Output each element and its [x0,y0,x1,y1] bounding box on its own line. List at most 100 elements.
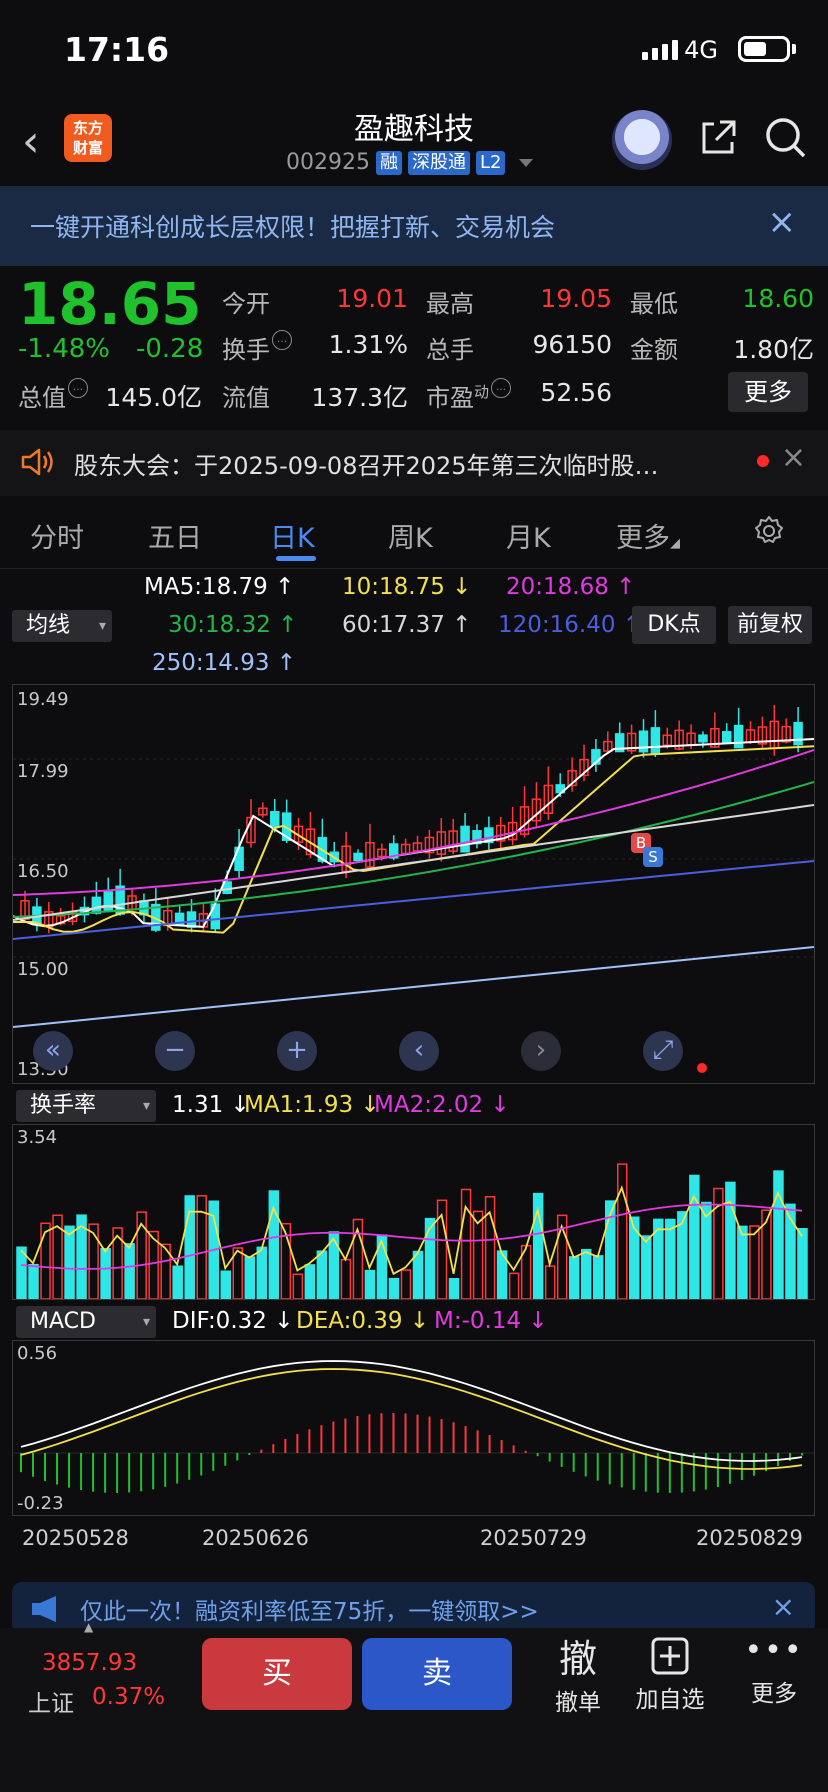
margin-promo-banner[interactable]: 仅此一次！融资利率低至75折，一键领取>> × [12,1582,815,1634]
open-value: 19.01 [336,284,408,313]
macd-m: M:-0.14 ↓ [434,1308,548,1334]
turnover-bar [797,1228,808,1299]
turnover-bar [400,1269,412,1299]
index-value[interactable]: 3857.93 [42,1650,137,1676]
status-bar: 17:16 4G [0,0,828,100]
zoom-out-far-icon[interactable]: « [33,1031,73,1071]
open-label: 今开 [222,290,270,318]
turnover-bar [544,1265,556,1299]
turnover-bar [761,1209,772,1299]
tab-five-day[interactable]: 五日 [148,516,202,555]
bottom-trade-bar: ▲ 3857.93 上证 0.37% 买 卖 撤 撤单 加自选 ••• 更多 [0,1620,828,1792]
close-icon[interactable]: × [768,202,797,242]
cancel-order-button[interactable]: 撤 撤单 [538,1628,618,1717]
turnover-selector[interactable]: 换手率 [16,1090,156,1122]
turnover-bar [88,1223,99,1299]
network-type: 4G [684,36,718,64]
kline-chart[interactable]: 19.49 17.99 16.50 15.00 13.50 B S « − + … [12,684,815,1084]
notice-bar[interactable]: 股东大会：于2025-09-08召开2025年第三次临时股… × [0,430,828,496]
amount-value: 1.80亿 [733,335,814,364]
triangle-icon: ◢ [670,536,680,551]
turnover-bar [412,1250,424,1299]
float-value: 137.3亿 [311,383,408,412]
forward-adjust-button[interactable]: 前复权 [728,606,812,644]
more-button[interactable]: ••• 更多 [734,1628,814,1708]
scroll-left-icon[interactable]: ‹ [399,1031,439,1071]
ma-selector[interactable]: 均线 [12,610,112,642]
macd-dif-line [20,1360,803,1462]
tab-weekly-k[interactable]: 周K [388,516,433,555]
tab-daily-k[interactable]: 日K [270,516,315,555]
y-label-2: 17.99 [17,761,69,782]
zoom-out-icon[interactable]: − [155,1031,195,1071]
tab-more-label: 更多 [616,523,670,554]
pe-value: 52.56 [540,378,612,407]
amount-label: 金额 [630,336,678,364]
sell-marker[interactable]: S [643,847,663,867]
close-icon[interactable]: × [781,440,806,475]
info-icon[interactable]: … [68,378,88,398]
turnover-bar [424,1217,436,1299]
status-time: 17:16 [64,30,170,69]
macd-selector[interactable]: MACD [16,1306,156,1338]
indicator-dot [697,1063,707,1073]
ma5-label: MA5:18.79 ↑ [144,574,295,600]
cancel-order-label: 撤单 [555,1690,601,1716]
turnover-label-text: 换手 [222,336,270,364]
index-change[interactable]: 0.37% [92,1684,165,1710]
cancel-order-icon: 撤 [558,1637,597,1681]
turnover-canvas [16,1163,808,1299]
pe-label: 市盈动… [426,378,512,413]
up-arrow-icon: ▲ [84,1620,94,1634]
tag-connect: 深股通 [407,150,470,175]
candle-body [698,734,708,743]
ma250-label: 250:14.93 ↑ [152,650,297,676]
turnover-bar [460,1188,472,1299]
banner-text: 一键开通科创成长层权限！把握打新、交易机会 [30,213,556,242]
turnover-bar [472,1210,484,1299]
buy-button[interactable]: 买 [202,1638,352,1710]
promo-banner[interactable]: 一键开通科创成长层权限！把握打新、交易机会 × [0,186,828,266]
turnover-current: 1.31 ↓ [172,1092,250,1118]
tab-intraday[interactable]: 分时 [30,516,84,555]
turnover-bar [508,1272,520,1299]
add-watchlist-label: 加自选 [635,1687,705,1713]
add-square-icon [651,1637,689,1675]
turnover-bar [689,1174,700,1299]
fullscreen-icon[interactable]: ⤢ [643,1031,683,1071]
turnover-ma1: MA1:1.93 ↓ [244,1092,380,1118]
close-icon[interactable]: × [772,1590,795,1623]
scroll-right-icon[interactable]: › [521,1031,561,1071]
add-watchlist-button[interactable]: 加自选 [628,1628,712,1714]
more-quote-button[interactable]: 更多 [728,372,808,412]
chevron-down-icon[interactable] [519,158,534,167]
turnover-label: 换手… [222,330,292,365]
share-icon[interactable] [698,118,738,158]
tab-more[interactable]: 更多◢ [616,516,680,555]
stock-code-row[interactable]: 002925 融 深股通 L2 [286,150,534,175]
ma120-line [13,860,814,940]
info-icon[interactable]: … [272,330,292,350]
turnover-bar [388,1277,400,1299]
turnover-bar [220,1270,232,1299]
tab-monthly-k[interactable]: 月K [506,516,551,555]
date-label-4: 20250829 [696,1526,803,1550]
index-name[interactable]: 上证 [28,1684,74,1718]
macd-chart[interactable]: 0.56 -0.23 [12,1340,815,1516]
zoom-in-icon[interactable]: + [277,1031,317,1071]
gear-icon[interactable] [752,514,786,548]
battery-cap [792,44,796,54]
turnover-bar [641,1235,652,1299]
y-label-top: 19.49 [17,689,69,710]
turnover-chart[interactable]: 3.54 [12,1124,815,1300]
search-icon[interactable] [764,116,808,160]
assistant-robot-icon[interactable] [612,110,672,170]
high-label: 最高 [426,290,474,318]
nav-bar: ‹ 东方 财富 盈趣科技 002925 融 深股通 L2 [0,100,828,184]
ma20-label: 20:18.68 ↑ [506,574,636,600]
low-value: 18.60 [742,284,814,313]
dk-point-button[interactable]: DK点 [632,606,716,644]
sell-button[interactable]: 卖 [362,1638,512,1710]
macd-dea: DEA:0.39 ↓ [296,1308,430,1334]
turnover-ma2: MA2:2.02 ↓ [374,1092,510,1118]
